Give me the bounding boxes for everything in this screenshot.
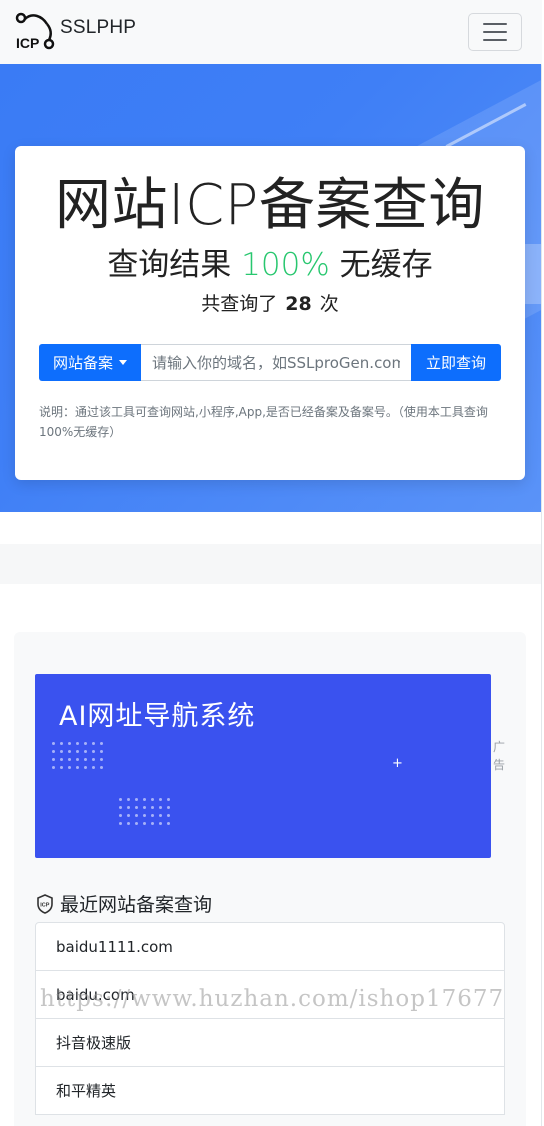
query-count-prefix: 共查询了 [201, 293, 278, 315]
plus-icon: + [392, 756, 403, 771]
ad-banner[interactable]: AI网址导航系统 + [35, 674, 491, 858]
section-divider [0, 544, 541, 584]
query-submit-button[interactable]: 立即查询 [411, 344, 501, 381]
dot-pattern [52, 742, 103, 769]
hamburger-menu-icon-line [483, 31, 507, 33]
query-type-dropdown[interactable]: 网站备案 [39, 344, 141, 381]
caret-down-icon [119, 360, 127, 365]
page-title: 网站ICP备案查询 [55, 173, 485, 238]
subtitle-prefix: 查询结果 [107, 247, 242, 283]
search-card: 网站ICP备案查询 查询结果 100% 无缓存 共查询了 28 次 网站备案 立… [15, 146, 525, 480]
query-count: 共查询了 28 次 [15, 290, 525, 318]
hero-section: 网站ICP备案查询 查询结果 100% 无缓存 共查询了 28 次 网站备案 立… [0, 64, 541, 512]
icp-shield-icon: ICP [37, 893, 53, 914]
search-group: 网站备案 立即查询 [39, 344, 501, 381]
list-item[interactable]: 抖音极速版 [35, 1018, 505, 1067]
usage-note: 说明：通过该工具可查询网站,小程序,App,是否已经备案及备案号。（使用本工具查… [39, 405, 488, 439]
navbar: ICP SSLPHP [0, 0, 542, 65]
query-type-label: 网站备案 [52, 354, 113, 372]
watermark: https://www.huzhan.com/ishop17677 [40, 986, 505, 1012]
ad-label: 广告 [493, 740, 506, 772]
brand-name: SSLPHP [60, 17, 137, 38]
subtitle: 查询结果 100% 无缓存 [15, 242, 525, 288]
brand-link[interactable]: ICP SSLPHP [14, 10, 136, 52]
recent-section-header: ICP 最近网站备案查询 [36, 890, 212, 917]
recent-section-title: 最近网站备案查询 [60, 894, 213, 916]
query-count-value: 28 [285, 293, 312, 315]
hamburger-menu-icon [483, 23, 507, 25]
hamburger-menu-icon-line [483, 39, 507, 41]
dot-pattern [119, 798, 170, 825]
query-count-suffix: 次 [319, 293, 339, 315]
list-item[interactable]: 和平精英 [35, 1066, 505, 1115]
content-panel: AI网址导航系统 + 广告 ICP 最近网站备案查询 baidu1111.com… [14, 632, 526, 1126]
list-item[interactable]: baidu1111.com [35, 922, 505, 971]
domain-input[interactable] [141, 344, 411, 381]
icp-logo-icon: ICP [15, 12, 55, 51]
svg-text:ICP: ICP [16, 35, 39, 51]
recent-query-list: baidu1111.com baidu.com 抖音极速版 和平精英 [35, 922, 505, 1115]
subtitle-suffix: 无缓存 [329, 247, 433, 283]
navbar-toggler-button[interactable] [468, 13, 522, 51]
svg-text:ICP: ICP [40, 902, 50, 908]
ad-banner-title: AI网址导航系统 [59, 701, 256, 732]
subtitle-highlight: 100% [241, 247, 330, 283]
